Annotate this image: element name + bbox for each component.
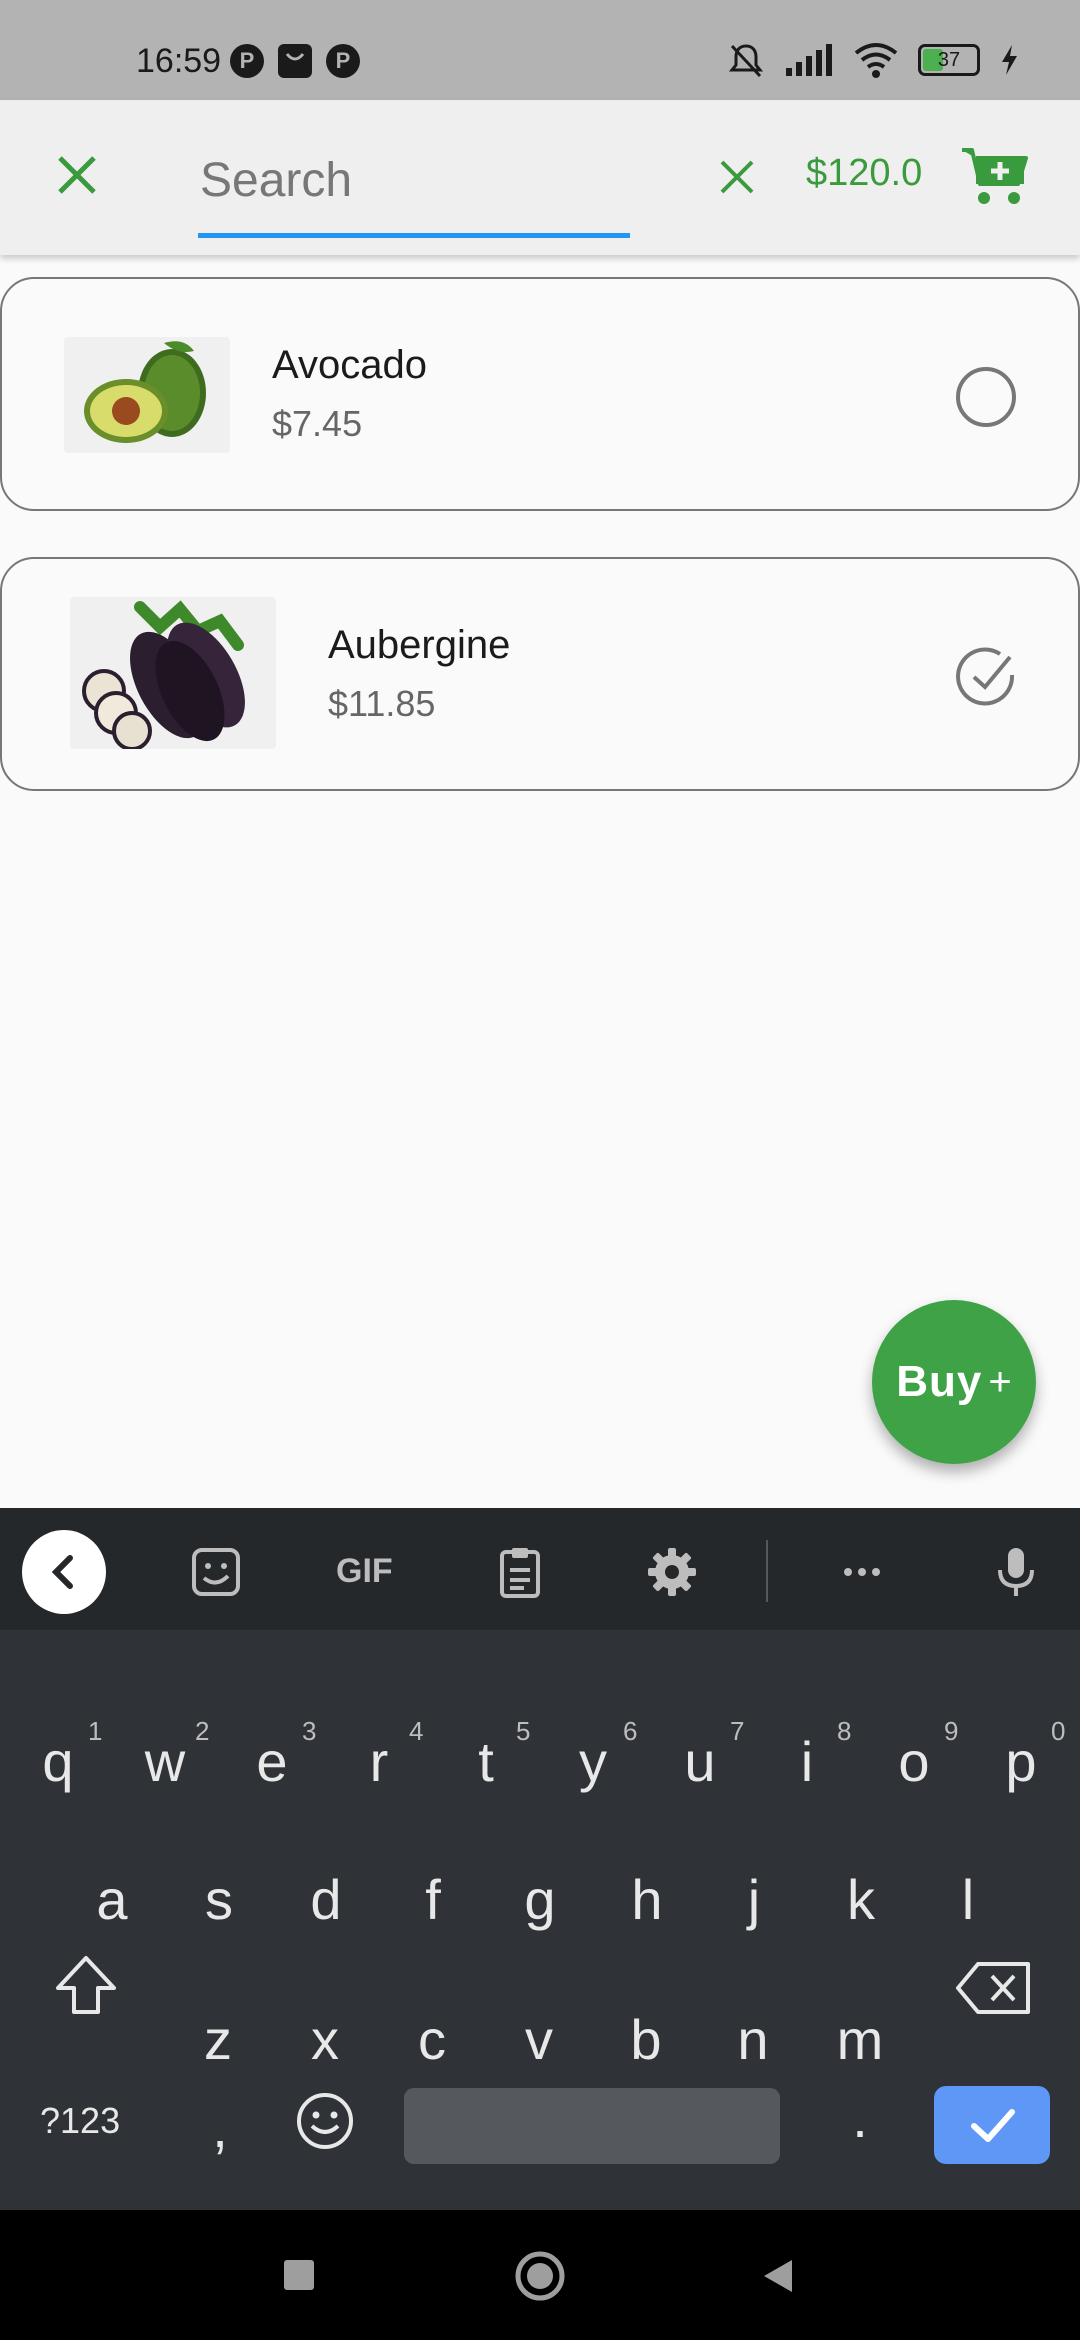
soft-keyboard: GIF q 1 w 2 e 3 r 4 t 5 y 6 u 7 i 8 o 9 … — [0, 1508, 1080, 2210]
search-input[interactable] — [198, 130, 630, 230]
product-price: $7.45 — [272, 403, 363, 444]
search-field[interactable] — [198, 130, 630, 246]
sticker-icon[interactable] — [186, 1542, 246, 1602]
key-hint-r: 4 — [409, 1716, 424, 1746]
product-image-avocado — [64, 337, 230, 453]
check-circle-icon[interactable] — [954, 645, 1018, 709]
key-s[interactable]: s — [169, 1840, 269, 1960]
keyboard-toolbar: GIF — [0, 1508, 1080, 1630]
navigation-bar — [0, 2210, 1080, 2340]
key-c[interactable]: c — [382, 1980, 482, 2100]
notification-app-icon: P — [326, 44, 360, 78]
clipboard-icon[interactable] — [490, 1542, 550, 1602]
key-f[interactable]: f — [383, 1840, 483, 1960]
notification-app-icon: P — [230, 44, 264, 78]
key-hint-t: 5 — [516, 1716, 531, 1746]
status-time: 16:59 — [136, 42, 222, 80]
product-name: Avocado — [272, 343, 427, 387]
unselected-circle-icon[interactable] — [954, 365, 1018, 429]
settings-gear-icon[interactable] — [642, 1542, 702, 1602]
more-icon[interactable] — [832, 1542, 892, 1602]
key-n[interactable]: n — [703, 1980, 803, 2100]
key-k[interactable]: k — [811, 1840, 911, 1960]
key-hint-e: 3 — [302, 1716, 317, 1746]
key-g[interactable]: g — [490, 1840, 590, 1960]
bag-icon — [278, 44, 312, 78]
keyboard-back-button[interactable] — [22, 1530, 106, 1614]
product-card[interactable]: Aubergine $11.85 — [0, 557, 1080, 791]
key-a[interactable]: a — [62, 1840, 162, 1960]
enter-key[interactable] — [934, 2086, 1050, 2164]
mute-icon — [728, 44, 764, 78]
product-card[interactable]: Avocado $7.45 — [0, 277, 1080, 511]
add-to-cart-icon[interactable] — [960, 144, 1030, 208]
product-image-aubergine — [70, 597, 276, 751]
buy-button-label: Buy — [896, 1357, 983, 1406]
close-icon[interactable] — [46, 144, 108, 206]
product-name: Aubergine — [328, 623, 511, 667]
backspace-key-icon[interactable] — [954, 1958, 1034, 2018]
period-key[interactable]: . — [810, 2058, 910, 2178]
buy-button[interactable]: Buy + — [872, 1300, 1036, 1464]
charging-icon — [1002, 45, 1017, 75]
space-key[interactable] — [404, 2088, 780, 2164]
key-x[interactable]: x — [275, 1980, 375, 2100]
key-h[interactable]: h — [597, 1840, 697, 1960]
clear-search-icon[interactable] — [712, 152, 762, 202]
key-b[interactable]: b — [596, 1980, 696, 2100]
key-hint-y: 6 — [623, 1716, 638, 1746]
microphone-icon[interactable] — [986, 1542, 1046, 1602]
battery-icon: 37 — [918, 44, 980, 76]
key-hint-o: 9 — [944, 1716, 959, 1746]
toolbar-divider — [766, 1540, 768, 1602]
check-icon — [971, 2109, 1015, 2142]
key-j[interactable]: j — [704, 1840, 804, 1960]
key-l[interactable]: l — [918, 1840, 1018, 1960]
symbols-key[interactable]: ?123 — [40, 2100, 120, 2142]
key-hint-p: 0 — [1051, 1716, 1066, 1746]
emoji-key-icon[interactable] — [294, 2090, 356, 2152]
key-d[interactable]: d — [276, 1840, 376, 1960]
product-price: $11.85 — [328, 683, 436, 724]
shift-key-icon[interactable] — [50, 1950, 122, 2022]
wifi-icon — [854, 43, 898, 78]
plus-icon: + — [988, 1359, 1012, 1404]
key-hint-w: 2 — [195, 1716, 210, 1746]
cart-total: $120.0 — [806, 152, 923, 194]
signal-icon — [786, 44, 832, 76]
recents-icon[interactable] — [282, 2258, 316, 2292]
key-v[interactable]: v — [489, 1980, 589, 2100]
gif-button[interactable]: GIF — [336, 1552, 393, 1591]
back-icon[interactable] — [758, 2256, 798, 2296]
key-hint-q: 1 — [88, 1716, 103, 1746]
key-hint-i: 8 — [837, 1716, 852, 1746]
app-bar: $120.0 — [0, 100, 1080, 255]
battery-level: 37 — [937, 49, 961, 71]
status-bar: 16:59 P P 37 — [0, 0, 1080, 100]
key-hint-u: 7 — [730, 1716, 745, 1746]
search-underline — [198, 233, 630, 238]
comma-key[interactable]: , — [170, 2068, 270, 2188]
home-icon[interactable] — [514, 2250, 566, 2302]
